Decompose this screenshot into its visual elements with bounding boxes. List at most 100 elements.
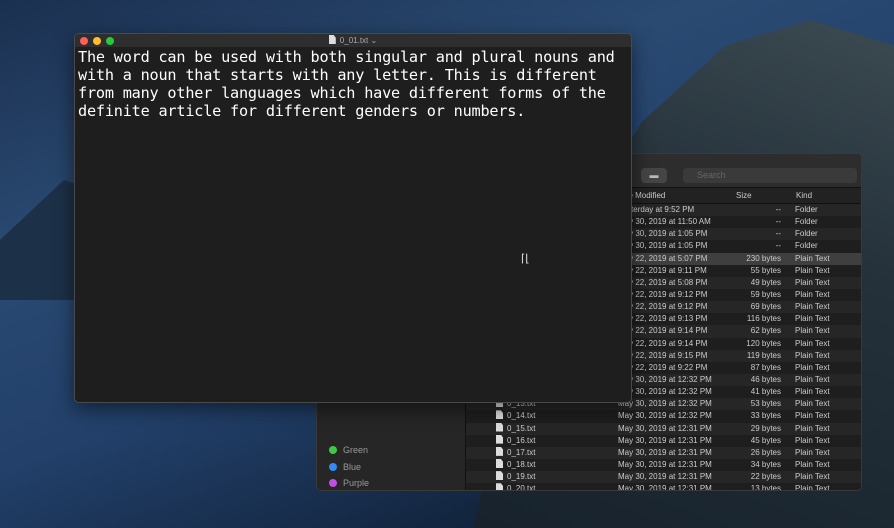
file-size: 120 bytes — [746, 338, 781, 348]
file-size: -- — [775, 229, 781, 239]
file-size: 34 bytes — [750, 459, 781, 469]
file-size: 53 bytes — [750, 399, 781, 409]
file-kind: Folder — [795, 205, 818, 214]
file-kind: Plain Text — [795, 374, 830, 384]
file-kind: Plain Text — [795, 326, 830, 336]
tag-button[interactable]: ▬ — [641, 168, 667, 183]
file-name: 0_16.txt — [496, 434, 535, 447]
file-date: May 30, 2019 at 12:32 PM — [618, 387, 712, 397]
column-size[interactable]: Size — [736, 191, 752, 200]
file-kind: Plain Text — [795, 459, 830, 469]
file-icon — [496, 434, 503, 444]
file-size: 26 bytes — [750, 447, 781, 457]
file-row[interactable]: 0_19.txt May 30, 2019 at 12:31 PM 22 byt… — [466, 471, 861, 484]
file-kind: Plain Text — [795, 447, 830, 457]
sidebar-tag-green[interactable]: Green — [329, 445, 368, 455]
file-size: 29 bytes — [750, 423, 781, 433]
file-size: -- — [775, 217, 781, 227]
zoom-button[interactable] — [106, 37, 114, 45]
file-kind: Plain Text — [795, 302, 830, 312]
file-kind: Folder — [795, 241, 818, 251]
tag-color-dot-icon — [329, 462, 337, 471]
file-size: 55 bytes — [750, 265, 781, 275]
file-name: 0_18.txt — [496, 458, 535, 471]
file-kind: Folder — [795, 229, 818, 239]
document-icon — [328, 35, 336, 44]
file-kind: Plain Text — [795, 399, 830, 409]
search-input[interactable]: Search — [683, 168, 857, 183]
tag-label: Purple — [343, 478, 370, 489]
file-row[interactable]: 0_20.txt May 30, 2019 at 12:31 PM 13 byt… — [466, 483, 861, 491]
file-row[interactable]: 0_16.txt May 30, 2019 at 12:31 PM 45 byt… — [466, 434, 861, 447]
file-size: 49 bytes — [750, 277, 781, 287]
file-icon — [496, 446, 503, 456]
ibeam-cursor-icon: ⌈⌊ — [521, 253, 530, 265]
file-row[interactable]: 0_14.txt May 30, 2019 at 12:32 PM 33 byt… — [466, 410, 861, 423]
file-row[interactable]: 0_18.txt May 30, 2019 at 12:31 PM 34 byt… — [466, 458, 861, 472]
file-kind: Plain Text — [795, 277, 830, 287]
file-kind: Plain Text — [795, 265, 830, 275]
file-date: May 30, 2019 at 12:31 PM — [618, 435, 712, 445]
title-bar: 0_01.txt ⌄ — [75, 34, 631, 47]
tag-color-dot-icon — [329, 479, 337, 488]
file-size: 59 bytes — [750, 289, 781, 299]
tag-label: Blue — [343, 461, 362, 472]
column-kind[interactable]: Kind — [796, 191, 812, 200]
file-size: 87 bytes — [750, 362, 781, 372]
file-kind: Plain Text — [795, 411, 830, 421]
minimize-button[interactable] — [93, 37, 101, 45]
file-date: May 30, 2019 at 12:31 PM — [618, 423, 712, 433]
file-size: 41 bytes — [750, 387, 781, 397]
window-title[interactable]: 0_01.txt — [340, 36, 368, 45]
file-icon — [496, 410, 503, 420]
file-name: 0_19.txt — [496, 471, 535, 483]
file-name: 0_17.txt — [496, 446, 535, 459]
tag-label: Green — [343, 445, 369, 455]
file-kind: Plain Text — [795, 435, 830, 445]
file-size: 119 bytes — [746, 350, 781, 360]
file-date: May 30, 2019 at 12:32 PM — [618, 411, 712, 421]
file-kind: Folder — [795, 217, 818, 227]
file-row[interactable]: 0_15.txt May 30, 2019 at 12:31 PM 29 byt… — [466, 422, 861, 435]
sidebar-tag-blue[interactable]: Blue — [329, 462, 361, 472]
file-kind: Plain Text — [795, 472, 830, 482]
file-size: 45 bytes — [750, 435, 781, 445]
file-kind: Plain Text — [795, 362, 830, 372]
file-name: 0_20.txt — [496, 483, 535, 490]
textedit-window: 0_01.txt ⌄ The word can be used with bot… — [74, 33, 632, 403]
file-date: May 30, 2019 at 12:31 PM — [618, 472, 712, 482]
file-name: 0_15.txt — [496, 422, 535, 435]
file-date: May 30, 2019 at 12:31 PM — [618, 459, 712, 469]
file-name: 0_14.txt — [496, 410, 535, 422]
tag-color-dot-icon — [329, 446, 337, 454]
file-kind: Plain Text — [795, 350, 830, 360]
file-size: 33 bytes — [750, 411, 781, 421]
file-size: 230 bytes — [746, 253, 781, 263]
file-kind: Plain Text — [795, 253, 830, 263]
file-row[interactable]: 0_17.txt May 30, 2019 at 12:31 PM 26 byt… — [466, 446, 861, 459]
chevron-down-icon[interactable]: ⌄ — [371, 36, 378, 45]
file-kind: Plain Text — [795, 289, 830, 299]
file-size: -- — [775, 241, 781, 251]
file-icon — [496, 422, 503, 432]
document-text[interactable]: The word can be used with both singular … — [75, 47, 631, 121]
file-icon — [496, 458, 503, 468]
file-icon — [496, 483, 503, 490]
file-date: May 30, 2019 at 12:31 PM — [618, 484, 712, 491]
file-kind: Plain Text — [795, 338, 830, 348]
file-kind: Plain Text — [795, 387, 830, 397]
file-date: May 30, 2019 at 12:32 PM — [618, 374, 712, 384]
file-size: 116 bytes — [746, 314, 781, 324]
close-button[interactable] — [80, 37, 88, 45]
file-kind: Plain Text — [795, 423, 830, 433]
file-size: 62 bytes — [750, 326, 781, 336]
file-size: -- — [775, 205, 781, 214]
file-kind: Plain Text — [795, 484, 830, 491]
file-kind: Plain Text — [795, 314, 830, 324]
file-size: 69 bytes — [750, 302, 781, 312]
file-size: 22 bytes — [750, 472, 781, 482]
file-date: May 30, 2019 at 12:31 PM — [618, 447, 712, 457]
file-size: 13 bytes — [750, 484, 781, 491]
file-date: May 30, 2019 at 12:32 PM — [618, 399, 712, 409]
sidebar-tag-purple[interactable]: Purple — [329, 478, 369, 488]
